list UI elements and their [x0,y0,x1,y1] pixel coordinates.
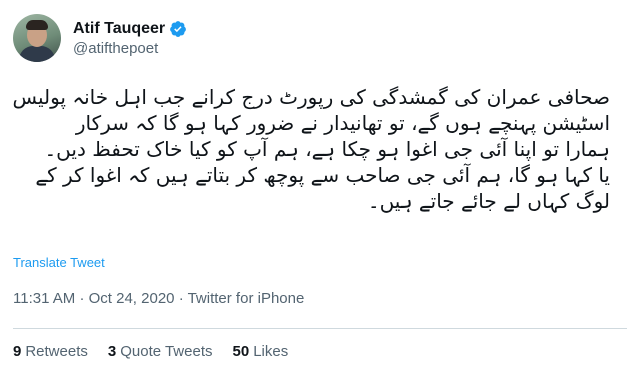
tweet-text-line: اسٹیشن پہنچے ہوں گے، تو تھانیدار نے ضرور… [75,111,610,135]
quote-tweets-count: 3 [107,343,117,360]
avatar-hair-shape [26,20,48,30]
avatar[interactable] [13,14,61,62]
likes-label: Likes [253,343,289,360]
tweet-text-line: صحافی عمران کی گمشدگی کی رپورٹ درج کرانے… [12,85,610,109]
author-display-name[interactable]: Atif Tauqeer [73,20,165,38]
tweet-time[interactable]: 11:31 AM [13,290,75,307]
likes-stat[interactable]: 50 Likes [233,343,289,360]
tweet-text-line: ہمارا تو اپنا آئی جی اغوا ہو چکا ہے، ہم … [44,137,610,161]
tweet-stats: 9 Retweets 3 Quote Tweets 50 Likes [13,343,308,360]
translate-tweet-link[interactable]: Translate Tweet [13,255,105,270]
tweet-meta: 11:31 AM · Oct 24, 2020 · Twitter for iP… [13,290,304,307]
retweets-label: Retweets [25,343,88,360]
quote-tweets-label: Quote Tweets [120,343,213,360]
tweet-date[interactable]: Oct 24, 2020 [89,290,175,307]
meta-separator: · [79,290,85,307]
avatar-body-shape [19,46,55,62]
quote-tweets-stat[interactable]: 3 Quote Tweets [108,343,213,360]
retweets-count: 9 [13,343,22,360]
tweet-text-line: لوگ کہاں لے جائے جاتے ہیں۔ [367,189,610,213]
retweets-stat[interactable]: 9 Retweets [13,343,88,360]
meta-separator: · [178,290,184,307]
author-name-row: Atif Tauqeer [73,20,187,38]
likes-count: 50 [232,343,250,360]
tweet-header: Atif Tauqeer @atifthepoet [13,14,187,62]
tweet-text: صحافی عمران کی گمشدگی کی رپورٹ درج کرانے… [12,84,610,214]
author-handle[interactable]: @atifthepoet [73,40,187,57]
author-names: Atif Tauqeer @atifthepoet [73,20,187,57]
tweet-card: Atif Tauqeer @atifthepoet صحافی عمران کی… [0,0,640,374]
tweet-text-line: یا کہا ہو گا، ہم آئی جی صاحب سے پوچھ کر … [35,163,610,187]
verified-badge-icon [170,20,187,37]
divider [13,328,627,329]
tweet-source[interactable]: Twitter for iPhone [188,290,305,307]
